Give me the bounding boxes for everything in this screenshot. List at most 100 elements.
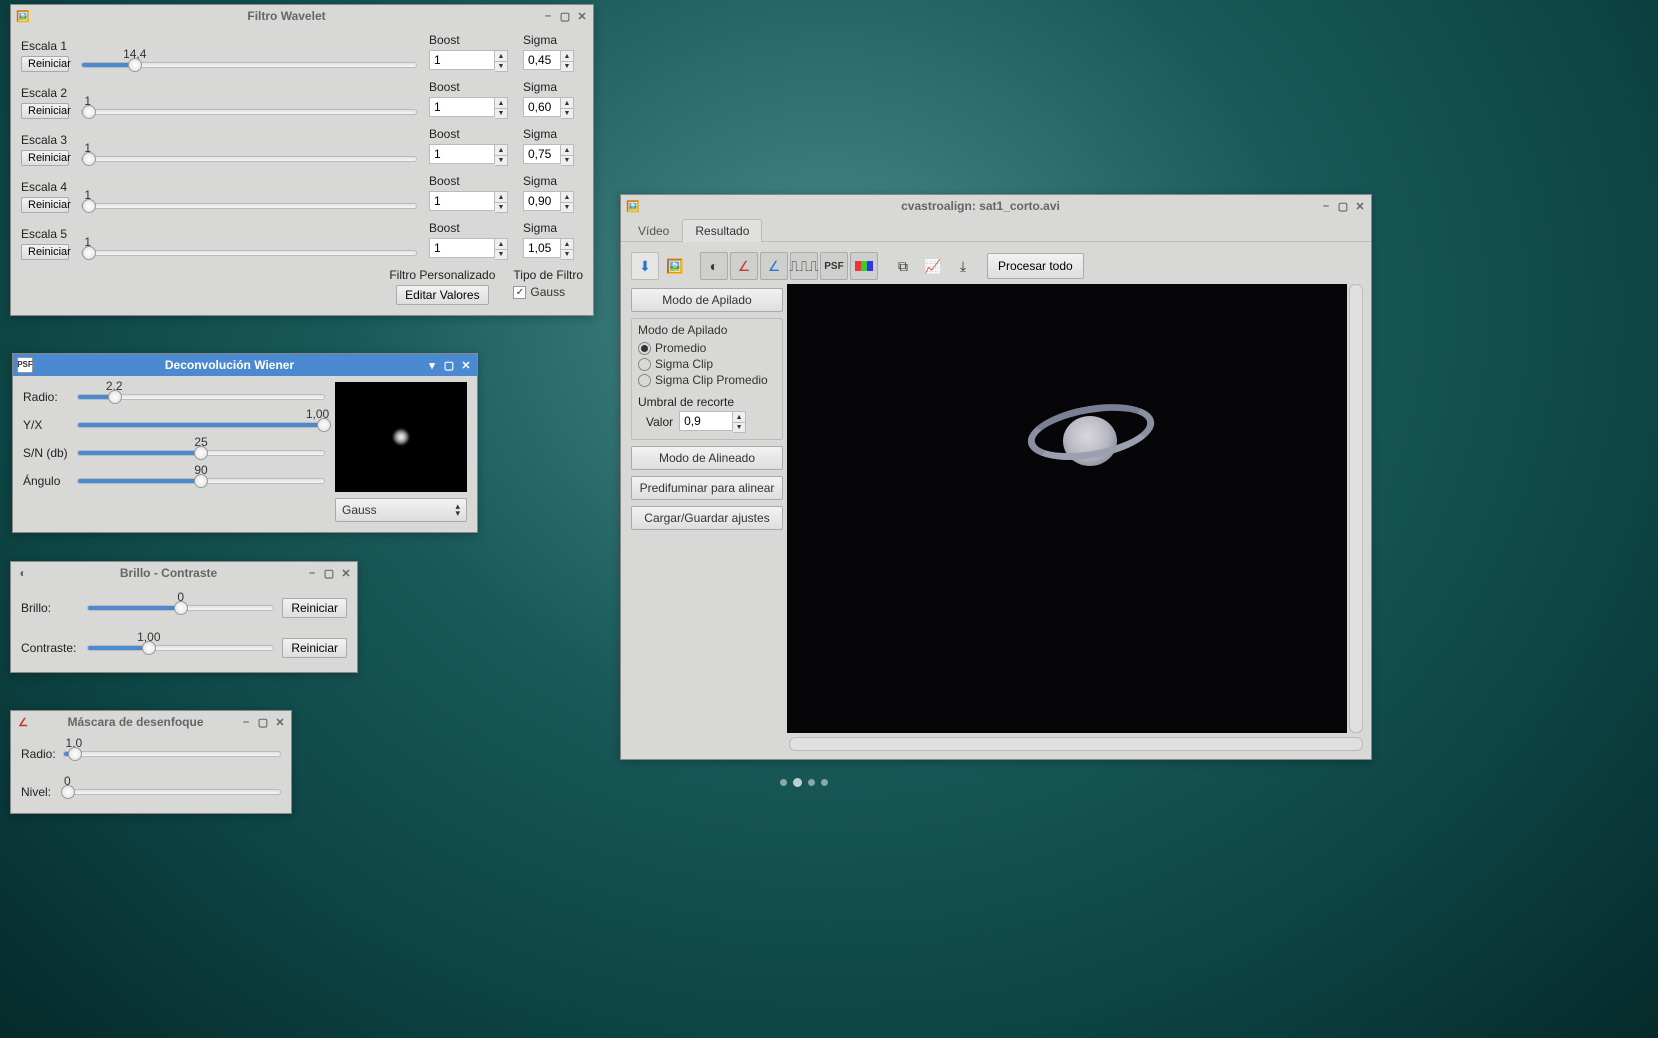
close-icon[interactable]: ✕ <box>1353 199 1367 213</box>
scale4-sigma-spinner[interactable]: ▲▼ <box>523 191 583 213</box>
chart-icon[interactable]: 📈 <box>919 252 947 280</box>
tab-result[interactable]: Resultado <box>682 219 762 242</box>
dock-indicator <box>780 778 828 787</box>
bc-title: Brillo - Contraste <box>35 566 302 580</box>
loadsave-button[interactable]: Cargar/Guardar ajustes <box>631 506 783 530</box>
contrast-reset-button[interactable]: Reiniciar <box>282 638 347 658</box>
result-image-view[interactable] <box>787 284 1347 733</box>
brightness-contrast-window: ◐ Brillo - Contraste – ▢ ✕ Brillo: 0 Rei… <box>10 561 358 673</box>
vertical-scrollbar[interactable] <box>1349 284 1363 733</box>
tab-video[interactable]: Vídeo <box>625 219 682 242</box>
sigma-label: Sigma <box>523 33 583 47</box>
stack-opt-avg[interactable]: Promedio <box>638 341 776 355</box>
unsharp-window: ∠ Máscara de desenfoque – ▢ ✕ Radio: 1,0… <box>10 710 292 814</box>
minimize-icon[interactable]: – <box>239 715 253 729</box>
angle-blue-tool-icon[interactable]: ∠ <box>760 252 788 280</box>
align-mode-button[interactable]: Modo de Alineado <box>631 446 783 470</box>
stack-mode-button[interactable]: Modo de Apilado <box>631 288 783 312</box>
wiener-title: Deconvolución Wiener <box>37 358 422 372</box>
contrast-tool-icon[interactable]: ◐ <box>700 252 728 280</box>
angle-label: Ángulo <box>23 474 69 488</box>
maximize-icon[interactable]: ▢ <box>1336 199 1350 213</box>
minimize-icon[interactable]: ▾ <box>425 358 439 372</box>
scale4-boost-spinner[interactable]: ▲▼ <box>429 191 515 213</box>
stack-opt-sigma[interactable]: Sigma Clip <box>638 357 776 371</box>
close-icon[interactable]: ✕ <box>459 358 473 372</box>
scale3-boost-spinner[interactable]: ▲▼ <box>429 144 515 166</box>
close-icon[interactable]: ✕ <box>273 715 287 729</box>
preblur-button[interactable]: Predifuminar para alinear <box>631 476 783 500</box>
scale1-slider[interactable] <box>81 62 417 68</box>
stack-mode-group: Modo de Apilado Promedio Sigma Clip Sigm… <box>631 318 783 440</box>
image-export-icon[interactable]: 🖼️ <box>661 252 689 280</box>
scale2-slider[interactable] <box>81 109 417 115</box>
scale2-reset-button[interactable]: Reiniciar <box>21 103 69 119</box>
scale5-boost-spinner[interactable]: ▲▼ <box>429 238 515 260</box>
radio-slider[interactable] <box>77 394 325 400</box>
wavelet-window-icon: 🖼️ <box>15 8 31 24</box>
wavelet-titlebar[interactable]: 🖼️ Filtro Wavelet – ▢ ✕ <box>11 5 593 27</box>
scale5-slider[interactable] <box>81 250 417 256</box>
toolbar: ⬇ 🖼️ ◐ ∠ ∠ ⎍⎍⎍ PSF ⧉ 📈 ⤓ Procesar todo <box>627 248 1365 284</box>
copy-icon[interactable]: ⧉ <box>889 252 917 280</box>
psf-method-dropdown[interactable]: Gauss ▴▾ <box>335 498 467 522</box>
scale-row-4: Escala 4 Reiniciar 1 Boost ▲▼ Sigma ▲▼ <box>21 174 583 213</box>
equalizer-icon[interactable]: ⎍⎍⎍ <box>790 252 818 280</box>
horizontal-scrollbar[interactable] <box>789 737 1363 751</box>
close-icon[interactable]: ✕ <box>339 566 353 580</box>
brightness-slider[interactable] <box>87 605 274 611</box>
main-titlebar[interactable]: 🖼️ cvastroalign: sat1_corto.avi – ▢ ✕ <box>621 195 1371 217</box>
scale5-reset-button[interactable]: Reiniciar <box>21 244 69 260</box>
scale-row-5: Escala 5 Reiniciar 1 Boost ▲▼ Sigma ▲▼ <box>21 221 583 260</box>
radio-label: Radio: <box>23 390 69 404</box>
angle-red-tool-icon[interactable]: ∠ <box>730 252 758 280</box>
minimize-icon[interactable]: – <box>1319 199 1333 213</box>
clip-threshold-label: Umbral de recorte <box>638 395 776 409</box>
maximize-icon[interactable]: ▢ <box>442 358 456 372</box>
sn-slider[interactable] <box>77 450 325 456</box>
unsharp-level-slider[interactable] <box>63 789 281 795</box>
yx-slider[interactable] <box>77 422 325 428</box>
minimize-icon[interactable]: – <box>305 566 319 580</box>
maximize-icon[interactable]: ▢ <box>256 715 270 729</box>
clip-value-spinner[interactable]: ▲▼ <box>679 411 746 433</box>
scale3-reset-button[interactable]: Reiniciar <box>21 150 69 166</box>
scale2-sigma-spinner[interactable]: ▲▼ <box>523 97 583 119</box>
angle-slider[interactable] <box>77 478 325 484</box>
scale1-sigma-spinner[interactable]: ▲▼ <box>523 50 583 72</box>
chevron-updown-icon: ▴▾ <box>455 503 460 517</box>
scale2-boost-spinner[interactable]: ▲▼ <box>429 97 515 119</box>
edit-values-button[interactable]: Editar Valores <box>396 285 488 305</box>
close-icon[interactable]: ✕ <box>575 9 589 23</box>
scale-row-3: Escala 3 Reiniciar 1 Boost ▲▼ Sigma ▲▼ <box>21 127 583 166</box>
rgb-align-icon[interactable] <box>850 252 878 280</box>
bc-titlebar[interactable]: ◐ Brillo - Contraste – ▢ ✕ <box>11 562 357 584</box>
unsharp-radius-slider[interactable] <box>63 751 281 757</box>
scale5-sigma-spinner[interactable]: ▲▼ <box>523 238 583 260</box>
scale1-label: Escala 1 <box>21 39 69 53</box>
scale1-boost-spinner[interactable]: ▲▼ <box>429 50 515 72</box>
app-icon: 🖼️ <box>625 198 641 214</box>
psf-method-value: Gauss <box>342 503 377 517</box>
process-all-button[interactable]: Procesar todo <box>987 253 1084 279</box>
wiener-titlebar[interactable]: PSF Deconvolución Wiener ▾ ▢ ✕ <box>13 354 477 376</box>
save-down-icon[interactable]: ⬇ <box>631 252 659 280</box>
maximize-icon[interactable]: ▢ <box>322 566 336 580</box>
scale5-label: Escala 5 <box>21 227 69 241</box>
scale4-slider[interactable] <box>81 203 417 209</box>
scale3-sigma-spinner[interactable]: ▲▼ <box>523 144 583 166</box>
stack-opt-sigmaavg[interactable]: Sigma Clip Promedio <box>638 373 776 387</box>
scale2-label: Escala 2 <box>21 86 69 100</box>
contrast-slider[interactable] <box>87 645 274 651</box>
maximize-icon[interactable]: ▢ <box>558 9 572 23</box>
unsharp-titlebar[interactable]: ∠ Máscara de desenfoque – ▢ ✕ <box>11 711 291 733</box>
gauss-checkbox[interactable]: ✓ Gauss <box>513 285 583 299</box>
anchor-down-icon[interactable]: ⤓ <box>949 252 977 280</box>
scale4-reset-button[interactable]: Reiniciar <box>21 197 69 213</box>
scale1-reset-button[interactable]: Reiniciar <box>21 56 69 72</box>
scale3-slider[interactable] <box>81 156 417 162</box>
minimize-icon[interactable]: – <box>541 9 555 23</box>
brightness-reset-button[interactable]: Reiniciar <box>282 598 347 618</box>
psf-tool-icon[interactable]: PSF <box>820 252 848 280</box>
sn-label: S/N (db) <box>23 446 69 460</box>
